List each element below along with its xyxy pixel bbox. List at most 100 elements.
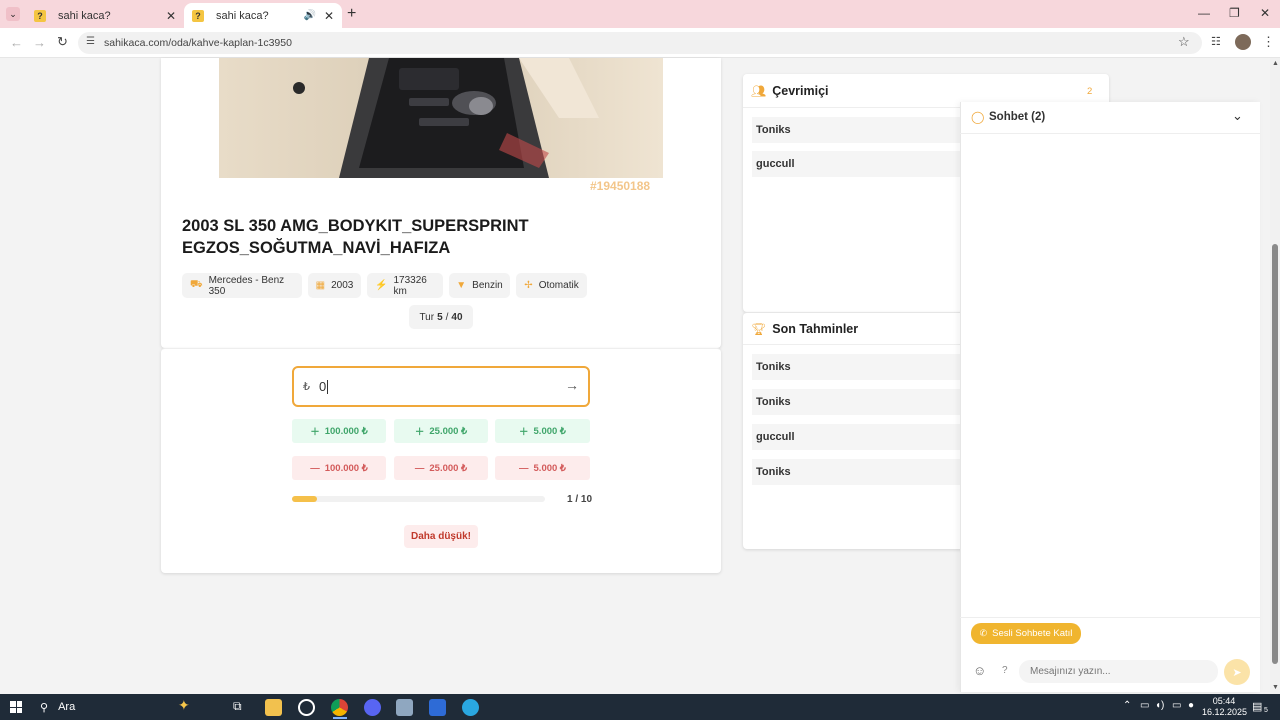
online-title: Çevrimiçi (772, 84, 829, 98)
app-icon[interactable] (298, 699, 315, 716)
page-scrollbar[interactable]: ▲ ▼ (1270, 58, 1280, 694)
car-icon: ⛟ (190, 279, 203, 290)
plus-100000-label: 100.000 ₺ (324, 425, 368, 437)
tray-chevron-icon[interactable]: ⌃ (1123, 700, 1131, 711)
minus-100000-button[interactable]: — 100.000 ₺ (292, 456, 386, 480)
chevron-down-icon[interactable]: ⌄ (1232, 108, 1243, 124)
app-window-icon[interactable] (396, 699, 413, 716)
listing-title-line-1: 2003 SL 350 AMG_BODYKIT_SUPERSPRINT (182, 217, 529, 235)
message-input[interactable] (1028, 663, 1208, 680)
send-button[interactable]: ➤ (1224, 659, 1250, 685)
tab-2[interactable]: ? sahi kaca? 🔊 ✕ (184, 3, 342, 28)
speedometer-icon: ⚡ (375, 280, 388, 291)
notification-icon[interactable]: ▤ (1252, 700, 1262, 713)
tab-title: sahi kaca? (216, 9, 269, 22)
year-label: 2003 (331, 280, 354, 291)
phone-icon: ✆ (979, 628, 988, 638)
search-icon: ⚲ (40, 701, 49, 714)
price-input[interactable]: 0 (319, 379, 326, 394)
microphone-icon[interactable]: ● (1188, 700, 1194, 711)
site-info-icon[interactable]: ☰ (86, 36, 95, 47)
recent-title: Son Tahminler (772, 322, 859, 336)
chat-header[interactable]: ◯ Sohbet (2) ⌄ (960, 102, 1260, 134)
round-total: 40 (451, 311, 463, 323)
progress-fill (292, 496, 318, 502)
emoji-icon[interactable]: ☺ (973, 663, 986, 678)
plus-100000-button[interactable]: ＋ 100.000 ₺ (292, 419, 386, 443)
volume-icon[interactable]: ◖) (1155, 700, 1164, 711)
media-control-icon[interactable]: ☷ (1211, 35, 1221, 48)
recent-guess-3: guccull (752, 424, 960, 450)
task-view-icon[interactable]: ⧉ (233, 699, 242, 714)
taskbar-search-label: Ara (58, 701, 76, 713)
send-icon: ➤ (1232, 666, 1242, 679)
tray-window-icon[interactable]: ▭ (1140, 700, 1149, 711)
bookmark-star-icon[interactable]: ☆ (1178, 34, 1190, 50)
plus-5000-button[interactable]: ＋ 5.000 ₺ (495, 419, 590, 443)
windows-start-icon[interactable] (10, 701, 22, 713)
clock-time: 05:44 (1212, 696, 1236, 706)
notification-count: 5 (1264, 707, 1268, 714)
tab-close-icon[interactable]: ✕ (166, 9, 176, 23)
clock-date: 16.12.2025 (1202, 707, 1248, 717)
gear-label: Otomatik (538, 280, 579, 291)
minus-25000-button[interactable]: — 25.000 ₺ (394, 456, 488, 480)
round-current: 5 (437, 311, 443, 323)
back-icon[interactable]: ← (10, 35, 23, 50)
new-tab-button[interactable]: + (347, 5, 356, 23)
car-photo (219, 58, 663, 178)
taskbar-search[interactable]: ⚲ Ara (32, 694, 222, 720)
tab-1[interactable]: ? sahi kaca? ✕ (26, 3, 184, 28)
recent-guess-4: Toniks (752, 459, 960, 485)
scrollbar-thumb[interactable] (1272, 244, 1278, 664)
help-button[interactable]: ? (1002, 665, 1008, 676)
voice-chat-button[interactable]: ✆ Sesli Sohbete Katıl (971, 623, 1081, 644)
scroll-up-arrow-icon[interactable]: ▲ (1272, 60, 1279, 67)
site-favicon-icon: ? (192, 9, 204, 22)
restore-icon[interactable]: ❐ (1229, 6, 1240, 20)
close-window-icon[interactable]: ✕ (1260, 6, 1270, 20)
forward-icon[interactable]: → (33, 35, 46, 50)
tab-title: sahi kaca? (58, 9, 111, 22)
plus-25000-button[interactable]: ＋ 25.000 ₺ (394, 419, 488, 443)
plus-25000-label: 25.000 ₺ (429, 425, 468, 437)
minus-5000-button[interactable]: — 5.000 ₺ (495, 456, 590, 480)
minus-icon: — (519, 462, 529, 474)
chrome-icon[interactable] (331, 699, 348, 716)
game-app-icon[interactable] (429, 699, 446, 716)
plus-5000-label: 5.000 ₺ (533, 425, 566, 437)
profile-avatar[interactable] (1235, 34, 1251, 50)
round-separator: / (445, 311, 449, 323)
tab-search-icon[interactable]: ⌄ (6, 7, 20, 21)
copilot-sparkle-icon[interactable]: ✦ (178, 697, 190, 714)
online-user-1: Toniks (752, 117, 960, 143)
brand-chip: ⛟ Mercedes - Benz 350 (182, 273, 302, 298)
hint-badge: Daha düşük! (404, 525, 478, 548)
chat-footer-divider (960, 617, 1260, 618)
reload-icon[interactable]: ↻ (57, 34, 68, 50)
speaker-icon[interactable]: 🔊 (304, 10, 316, 21)
hint-text: Daha düşük! (410, 531, 471, 542)
discord-icon[interactable] (364, 699, 381, 716)
tab-close-icon[interactable]: ✕ (324, 9, 334, 23)
km-label: 173326 km (393, 274, 427, 297)
browser-app-icon[interactable] (462, 699, 479, 716)
minimize-icon[interactable]: — (1198, 6, 1210, 20)
minus-25000-label: 25.000 ₺ (429, 462, 468, 474)
url-text[interactable]: sahikaca.com/oda/kahve-kaplan-1c3950 (104, 37, 292, 49)
site-favicon-icon: ? (34, 9, 46, 22)
voice-chat-label: Sesli Sohbete Katıl (992, 628, 1073, 639)
minus-icon: — (414, 462, 425, 474)
scroll-down-arrow-icon[interactable]: ▼ (1272, 684, 1279, 691)
clock[interactable]: 05:44 16.12.2025 (1202, 696, 1248, 718)
address-bar: ← → ↻ ☰ sahikaca.com/oda/kahve-kaplan-1c… (0, 28, 1280, 58)
network-icon[interactable]: ▭ (1172, 700, 1181, 711)
file-explorer-icon[interactable] (265, 699, 282, 716)
plus-icon: ＋ (310, 427, 320, 438)
chat-title: Sohbet (2) (989, 111, 1046, 123)
fuel-label: Benzin (472, 280, 503, 291)
price-input-box[interactable] (292, 366, 590, 407)
browser-menu-icon[interactable]: ⋮ (1262, 34, 1275, 50)
submit-arrow-icon[interactable]: → (565, 377, 579, 393)
recent-guess-1: Toniks (752, 354, 960, 380)
